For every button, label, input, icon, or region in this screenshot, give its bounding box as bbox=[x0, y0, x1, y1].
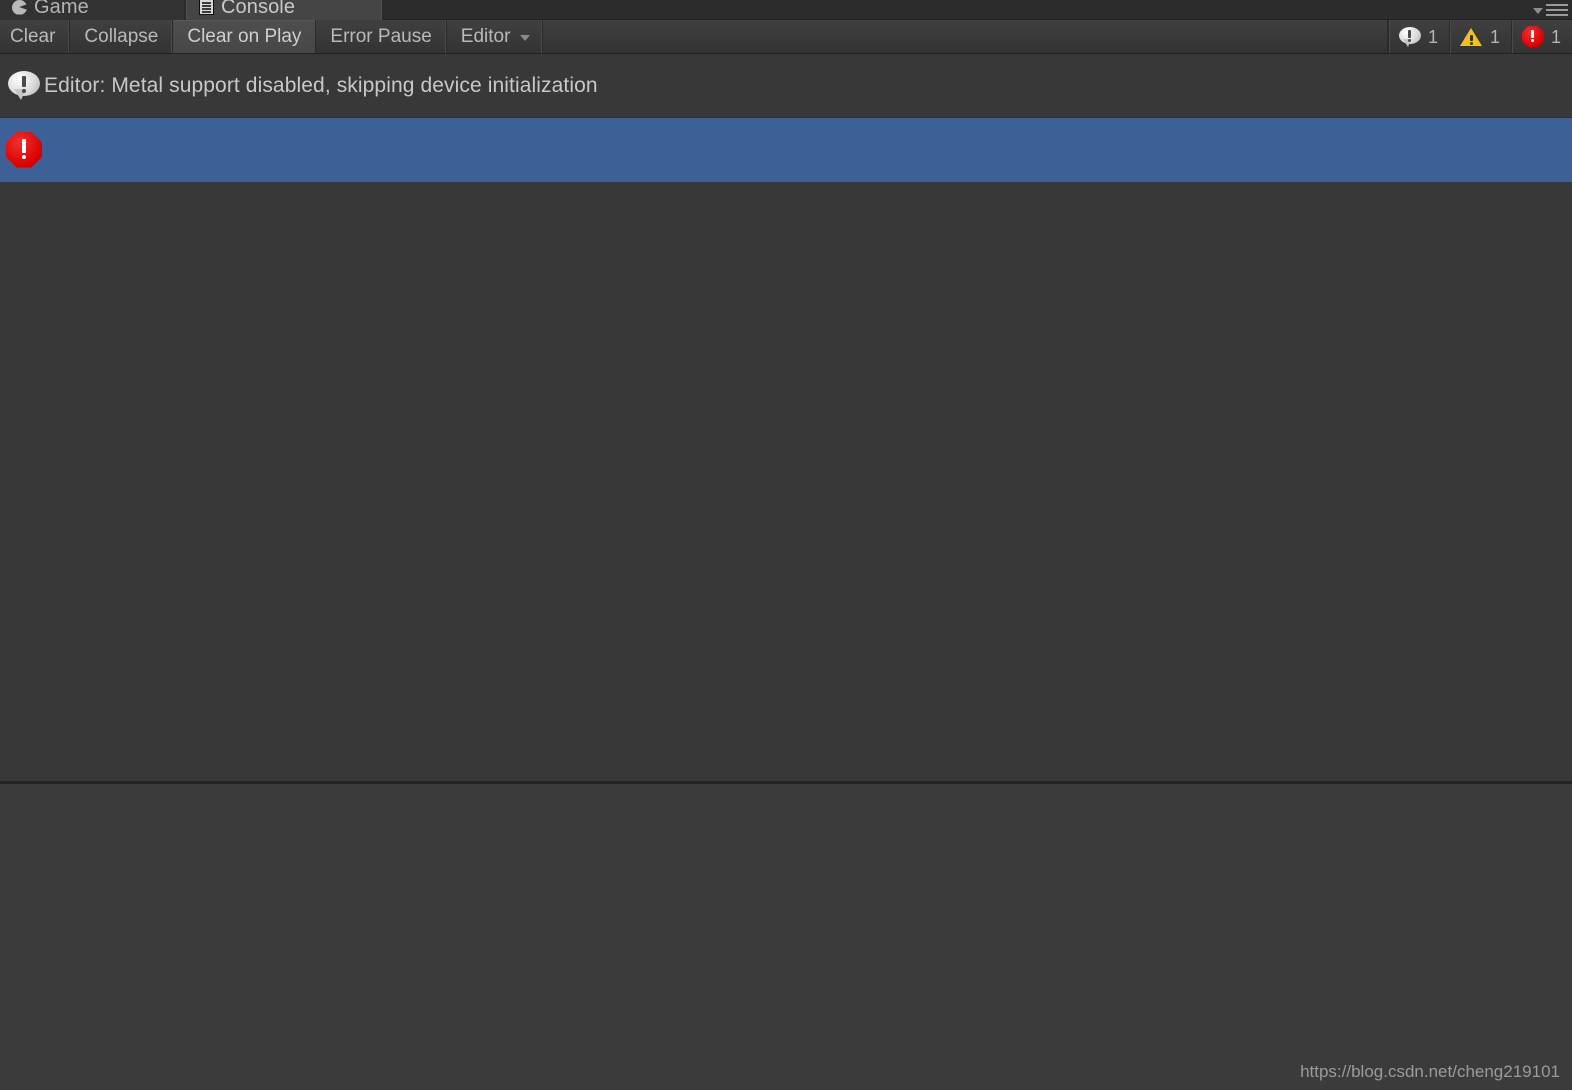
error-counter[interactable]: 1 bbox=[1510, 20, 1572, 53]
log-entry-row[interactable] bbox=[0, 118, 1572, 182]
log-entry-icon bbox=[4, 131, 44, 168]
error-pause-button[interactable]: Error Pause bbox=[316, 20, 447, 53]
info-bubble-icon bbox=[1398, 26, 1421, 47]
clear-on-play-button[interactable]: Clear on Play bbox=[173, 20, 317, 53]
console-view-icon bbox=[199, 0, 214, 15]
toolbar-spacer bbox=[543, 20, 1388, 53]
chevron-down-icon bbox=[520, 35, 531, 41]
warning-counter-value: 1 bbox=[1489, 26, 1500, 47]
error-octagon-icon bbox=[1521, 25, 1544, 48]
tab-game[interactable]: Game bbox=[0, 0, 184, 20]
chevron-down-icon[interactable] bbox=[1533, 8, 1543, 14]
collapse-button[interactable]: Collapse bbox=[70, 20, 174, 53]
watermark-text: https://blog.csdn.net/cheng219101 bbox=[1300, 1062, 1560, 1081]
console-toolbar: Clear Collapse Clear on Play Error Pause… bbox=[0, 20, 1572, 54]
info-counter[interactable]: 1 bbox=[1387, 20, 1449, 53]
log-entry-row[interactable]: Editor: Metal support disabled, skipping… bbox=[0, 54, 1572, 118]
game-view-icon bbox=[12, 0, 27, 15]
tab-console[interactable]: Console bbox=[186, 0, 382, 20]
log-entry-icon bbox=[4, 70, 44, 101]
warning-triangle-icon bbox=[1459, 27, 1483, 47]
log-entry-list[interactable]: Editor: Metal support disabled, skipping… bbox=[0, 54, 1572, 781]
tab-game-label: Game bbox=[34, 0, 89, 18]
warning-counter[interactable]: 1 bbox=[1448, 20, 1511, 53]
log-detail-pane[interactable]: https://blog.csdn.net/cheng219101 bbox=[0, 784, 1572, 1090]
info-counter-value: 1 bbox=[1427, 26, 1438, 47]
editor-dropdown-label: Editor bbox=[460, 26, 511, 47]
message-counters: 1 1 1 bbox=[1387, 20, 1572, 53]
clear-button[interactable]: Clear bbox=[0, 20, 71, 53]
log-entry-message: Editor: Metal support disabled, skipping… bbox=[44, 73, 598, 97]
tab-strip: Game Console bbox=[0, 0, 1572, 20]
unity-console-window: Game Console Clear Collapse Clear on Pla… bbox=[0, 0, 1572, 1090]
hamburger-menu-icon[interactable] bbox=[1546, 1, 1568, 19]
editor-dropdown[interactable]: Editor bbox=[447, 20, 544, 53]
tab-console-label: Console bbox=[221, 0, 296, 18]
error-octagon-icon bbox=[6, 131, 42, 168]
window-menu-group bbox=[1533, 1, 1568, 19]
error-counter-value: 1 bbox=[1550, 26, 1561, 47]
info-bubble-icon bbox=[8, 70, 40, 101]
